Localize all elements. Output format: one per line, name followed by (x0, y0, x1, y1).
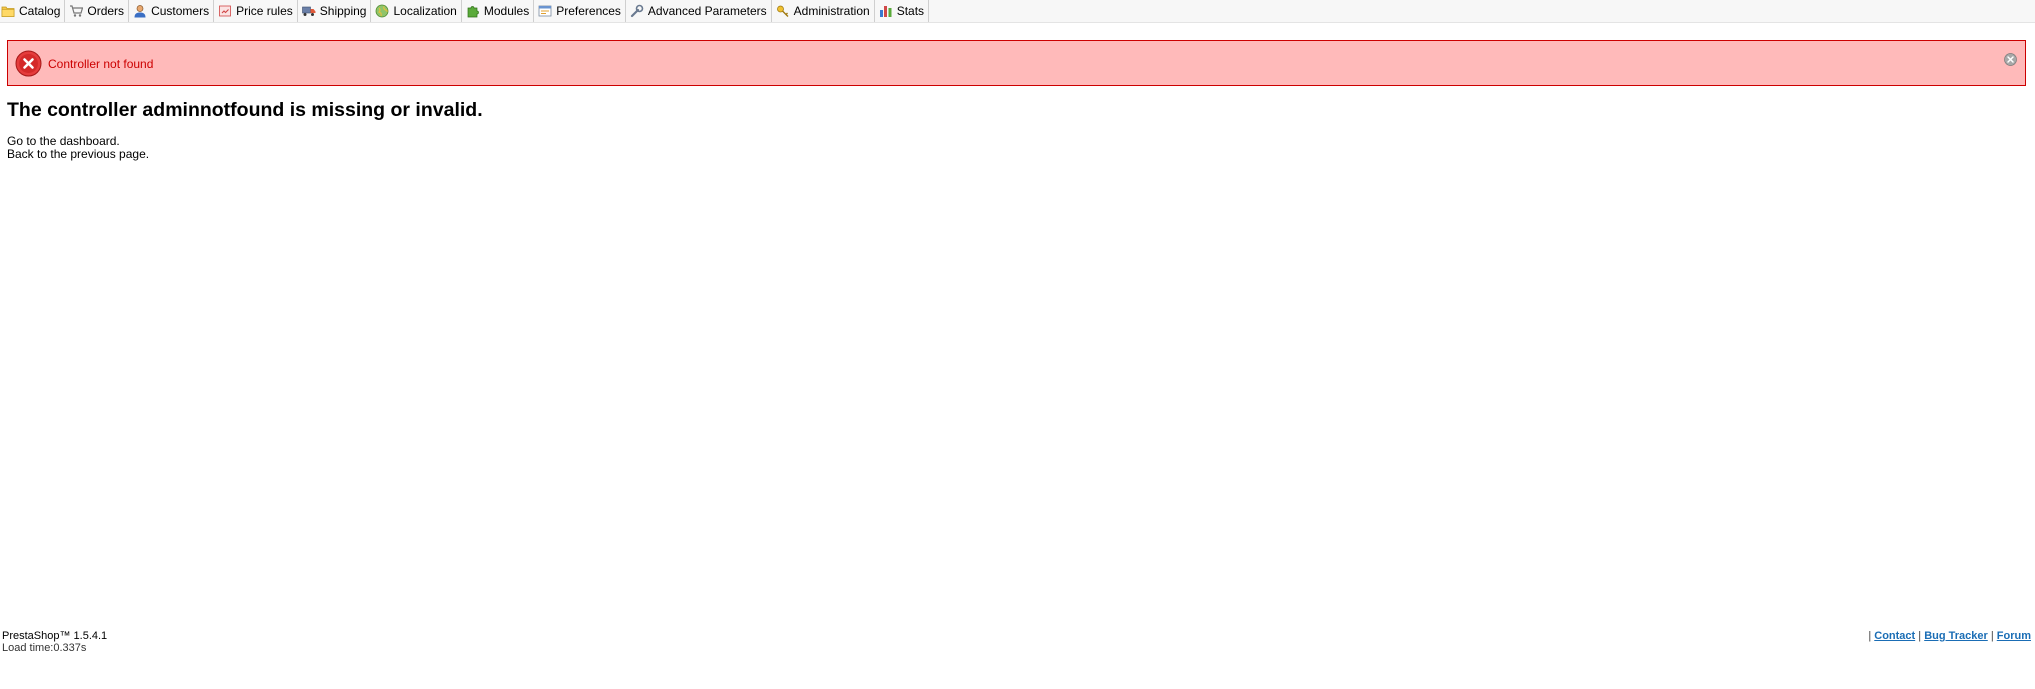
error-message-text: Controller not found (48, 57, 154, 71)
menu-item-administration[interactable]: Administration (772, 0, 875, 22)
close-icon[interactable] (2004, 53, 2017, 66)
puzzle-icon (467, 6, 479, 18)
footer-separator: | (1990, 630, 1994, 642)
menu-item-preferences[interactable]: Preferences (534, 0, 626, 22)
menu-item-localization[interactable]: Localization (371, 0, 462, 22)
menu-item-orders[interactable]: Orders (65, 0, 130, 22)
menu-item-label: Localization (393, 4, 457, 18)
menu-item-price-rules[interactable]: Price rules (214, 0, 298, 22)
wrench-icon (630, 4, 644, 18)
key-icon (776, 5, 789, 17)
dashboard-link[interactable]: Go to the dashboard. (7, 134, 120, 148)
footer-separator: | (1918, 630, 1922, 642)
menu-item-shipping[interactable]: Shipping (298, 0, 372, 22)
preferences-icon (538, 5, 552, 17)
menu-item-label: Price rules (236, 4, 293, 18)
page: Catalog Orders Customers Price rules Shi… (0, 0, 2035, 689)
bar-chart-icon (879, 6, 892, 17)
forum-link[interactable]: Forum (1997, 630, 2031, 642)
menu-item-label: Orders (87, 4, 125, 18)
user-icon (134, 5, 146, 18)
menu-item-label: Customers (151, 4, 210, 18)
footer-version: PrestaShop™ 1.5.4.1 (2, 630, 108, 642)
menu-item-label: Modules (483, 4, 530, 18)
price-tag-icon (219, 5, 231, 17)
menu-item-label: Shipping (319, 4, 367, 18)
back-link[interactable]: Back to the previous page. (7, 147, 149, 161)
contact-link[interactable]: Contact (1874, 630, 1915, 642)
footer-separator: | (1868, 630, 1872, 642)
truck-icon (301, 6, 316, 16)
bug-tracker-link[interactable]: Bug Tracker (1924, 630, 1988, 642)
menu-item-label: Stats (896, 4, 925, 18)
error-message-box: Controller not found (7, 40, 2026, 86)
error-icon (15, 50, 42, 77)
menu-item-customers[interactable]: Customers (129, 0, 215, 22)
footer-load-time: Load time:0.337s (2, 642, 87, 654)
menu-item-label: Administration (793, 4, 870, 18)
top-menu: Catalog Orders Customers Price rules Shi… (0, 0, 2035, 23)
cart-icon (70, 5, 84, 17)
page-title: The controller adminnotfound is missing … (7, 99, 483, 121)
footer-links: | Contact | Bug Tracker | Forum (1868, 630, 2031, 642)
menu-item-advanced-parameters[interactable]: Advanced Parameters (626, 0, 772, 22)
menu-item-modules[interactable]: Modules (462, 0, 535, 22)
menu-item-catalog[interactable]: Catalog (0, 0, 66, 22)
folder-icon (1, 6, 15, 17)
menu-item-label: Catalog (19, 4, 61, 18)
menu-item-stats[interactable]: Stats (875, 0, 930, 22)
menu-item-label: Preferences (556, 4, 621, 18)
globe-icon (376, 4, 389, 18)
menu-item-label: Advanced Parameters (647, 4, 767, 18)
